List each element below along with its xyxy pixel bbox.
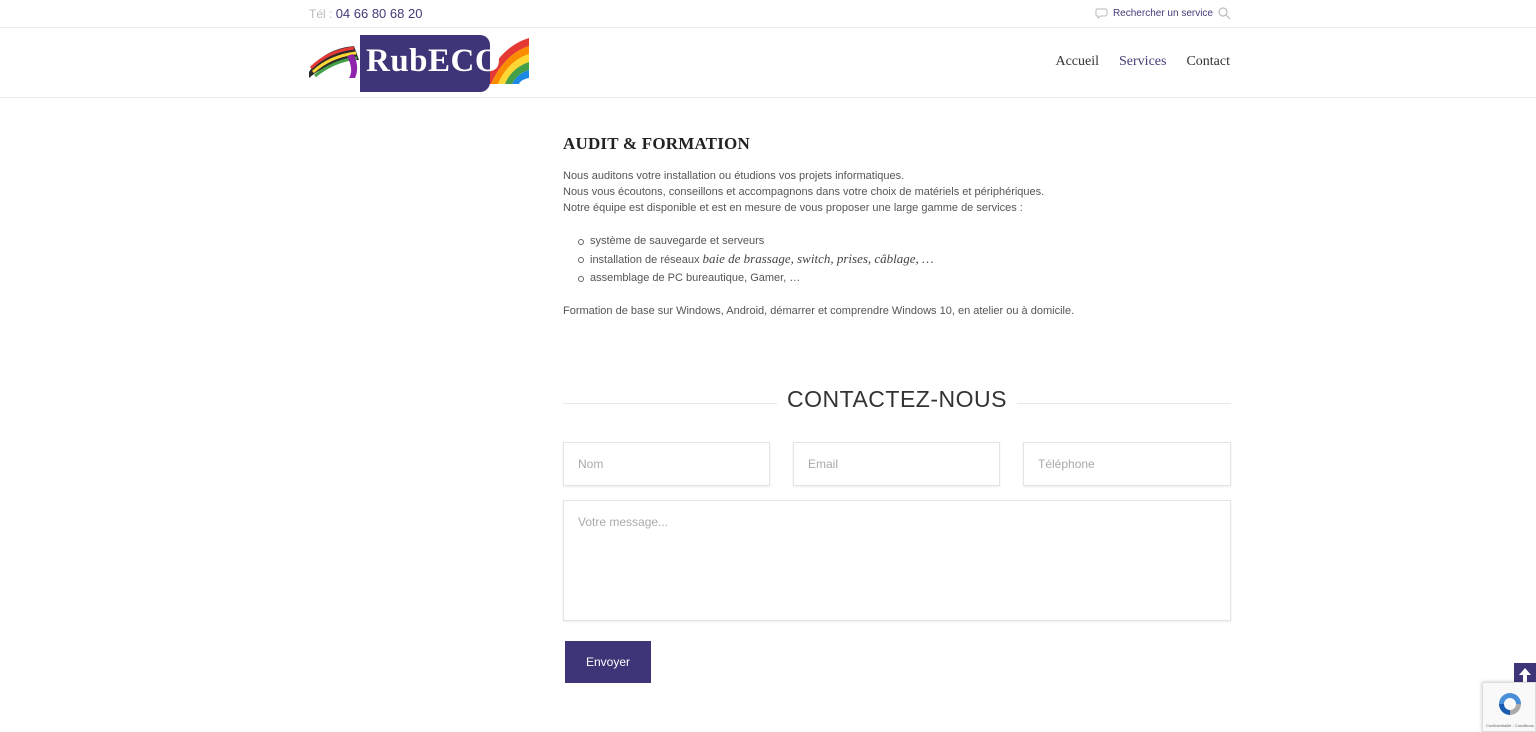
message-field[interactable]: [563, 500, 1231, 621]
top-bar: Tél : 04 66 80 68 20 Rechercher un servi…: [0, 0, 1536, 28]
search-label[interactable]: Rechercher un service: [1113, 8, 1213, 19]
list-item-text: installation de réseaux: [590, 254, 703, 266]
site-logo[interactable]: RubECO: [309, 34, 529, 92]
nav-services[interactable]: Services: [1119, 54, 1166, 70]
intro-line: Notre équipe est disponible et est en me…: [563, 202, 1023, 214]
search-icon[interactable]: [1217, 6, 1231, 20]
list-item-text: assemblage de PC bureautique, Gamer, …: [590, 272, 801, 284]
nav-contact[interactable]: Contact: [1186, 54, 1230, 70]
list-item: assemblage de PC bureautique, Gamer, …: [578, 269, 1231, 287]
contact-heading: CONTACTEZ-NOUS: [563, 386, 1231, 416]
intro-text: Nous auditons votre installation ou étud…: [563, 168, 1231, 216]
name-field[interactable]: [563, 442, 770, 486]
contact-title-text: CONTACTEZ-NOUS: [777, 386, 1017, 412]
intro-line: Nous auditons votre installation ou étud…: [563, 170, 905, 182]
list-item: installation de réseaux baie de brassage…: [578, 250, 1231, 269]
email-field[interactable]: [793, 442, 1000, 486]
main-content: AUDIT & FORMATION Nous auditons votre in…: [563, 134, 1231, 317]
intro-line: Nous vous écoutons, conseillons et accom…: [563, 186, 1045, 198]
phone-info: Tél : 04 66 80 68 20: [309, 6, 422, 21]
phone-number[interactable]: 04 66 80 68 20: [336, 6, 423, 21]
nav-accueil[interactable]: Accueil: [1055, 54, 1099, 70]
list-item-emphasis: baie de brassage, switch, prises, câblag…: [702, 251, 934, 266]
submit-button[interactable]: Envoyer: [565, 641, 651, 683]
chat-icon: [1095, 6, 1109, 20]
logo-text: RubECO: [366, 43, 502, 79]
contact-title: CONTACTEZ-NOUS: [563, 386, 1231, 413]
formation-text: Formation de base sur Windows, Android, …: [563, 305, 1075, 317]
services-list: système de sauvegarde et serveurs instal…: [578, 232, 1231, 287]
list-item: système de sauvegarde et serveurs: [578, 232, 1231, 250]
phone-field[interactable]: [1023, 442, 1231, 486]
phone-label: Tél :: [309, 7, 333, 21]
arrow-up-icon: [1519, 668, 1531, 682]
page-title: AUDIT & FORMATION: [563, 134, 750, 153]
recaptcha-caption: Confidentialité - Conditions: [1486, 723, 1534, 728]
search-service[interactable]: Rechercher un service: [1095, 6, 1231, 20]
site-header: RubECO Accueil Services Contact: [0, 28, 1536, 98]
recaptcha-icon: [1499, 693, 1521, 715]
recaptcha-badge[interactable]: Confidentialité - Conditions: [1482, 682, 1536, 732]
main-nav: Accueil Services Contact: [1055, 54, 1230, 70]
list-item-text: système de sauvegarde et serveurs: [590, 235, 765, 247]
